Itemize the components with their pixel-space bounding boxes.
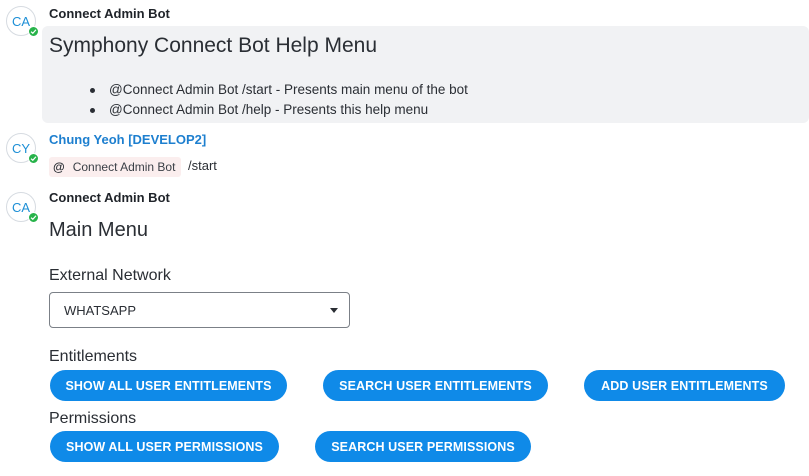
sender-name[interactable]: Connect Admin Bot <box>49 190 170 205</box>
selected-value: WHATSAPP <box>64 302 136 318</box>
sender-name[interactable]: Chung Yeoh [DEVELOP2] <box>49 132 206 147</box>
chat-conversation: CA Connect Admin Bot Symphony Connect Bo… <box>0 0 809 476</box>
permissions-label: Permissions <box>49 410 137 427</box>
entitlements-label: Entitlements <box>49 348 138 365</box>
command-text: /start <box>188 158 217 173</box>
show-all-user-entitlements-button[interactable]: SHOW ALL USER ENTITLEMENTS <box>50 370 287 401</box>
bot-avatar[interactable]: CA <box>6 192 39 223</box>
main-menu-title: Main Menu <box>49 219 148 241</box>
avatar-initials: CA <box>11 199 31 215</box>
help-command-list: @Connect Admin Bot /start - Presents mai… <box>90 80 468 120</box>
avatar-initials: CY <box>11 140 31 156</box>
search-user-permissions-button[interactable]: SEARCH USER PERMISSIONS <box>315 431 531 462</box>
bot-avatar[interactable]: CA <box>6 6 39 37</box>
help-menu-title: Symphony Connect Bot Help Menu <box>49 34 378 57</box>
mention-chip[interactable]: @ Connect Admin Bot <box>49 157 182 177</box>
presence-check-icon <box>28 26 39 37</box>
external-network-label: External Network <box>49 267 171 284</box>
user-avatar[interactable]: CY <box>6 133 39 164</box>
presence-check-icon <box>28 212 39 223</box>
external-network-select[interactable]: WHATSAPP <box>49 292 350 328</box>
add-user-entitlements-button[interactable]: ADD USER ENTITLEMENTS <box>584 370 785 401</box>
at-sign-icon: @ <box>53 160 65 174</box>
mention-name: Connect Admin Bot <box>72 160 176 174</box>
sender-name[interactable]: Connect Admin Bot <box>49 6 170 21</box>
presence-check-icon <box>28 153 39 164</box>
show-all-user-permissions-button[interactable]: SHOW ALL USER PERMISSIONS <box>50 431 279 462</box>
search-user-entitlements-button[interactable]: SEARCH USER ENTITLEMENTS <box>323 370 548 401</box>
avatar-initials: CA <box>11 13 31 29</box>
list-item: @Connect Admin Bot /start - Presents mai… <box>90 80 468 100</box>
chevron-down-icon <box>330 308 338 313</box>
list-item: @Connect Admin Bot /help - Presents this… <box>90 100 468 120</box>
